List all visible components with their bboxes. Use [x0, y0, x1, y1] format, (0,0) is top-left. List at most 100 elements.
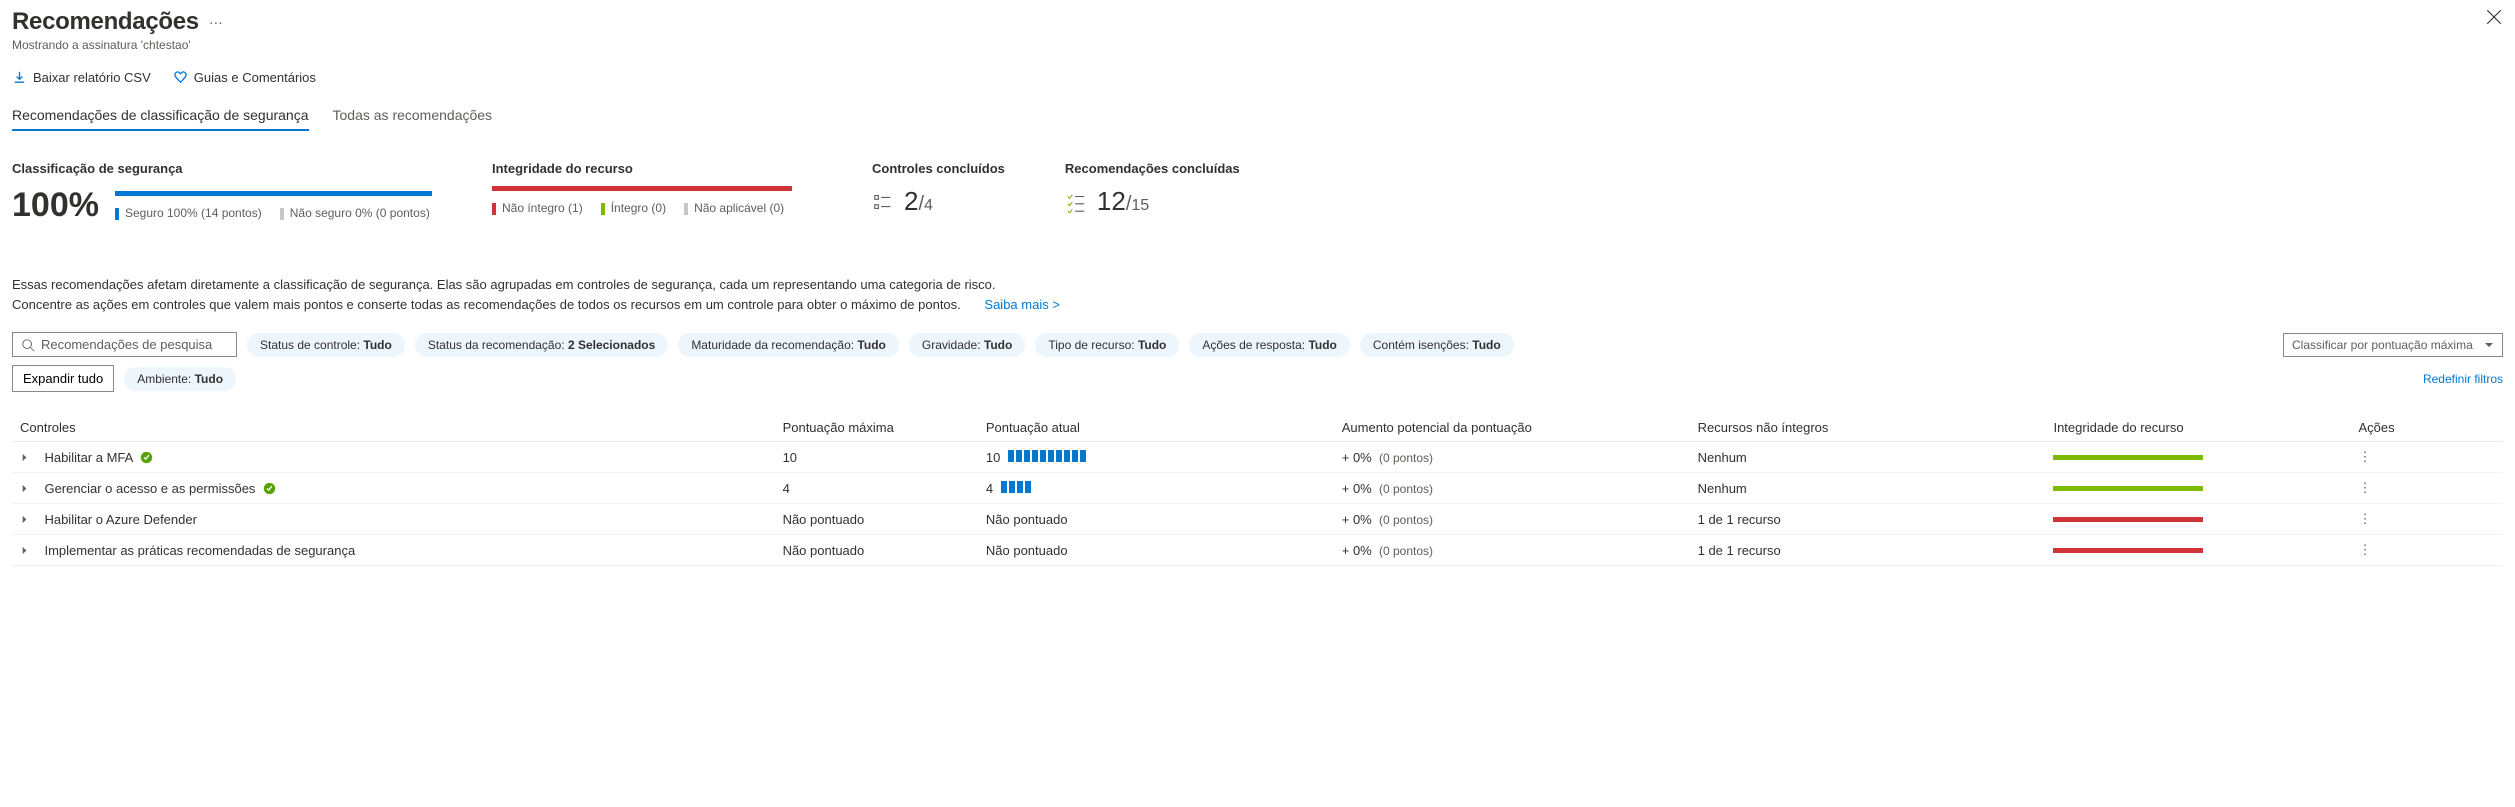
filter-pill-environment[interactable]: Ambiente: Tudo — [124, 367, 236, 391]
table-row[interactable]: Gerenciar o acesso e as permissões 44+ 0… — [12, 473, 2503, 504]
col-unhealthy-resources[interactable]: Recursos não íntegros — [1690, 414, 2046, 442]
filter-pill-4[interactable]: Tipo de recurso: Tudo — [1035, 333, 1179, 357]
unhealthy-cell: 1 de 1 recurso — [1690, 535, 2046, 566]
download-csv-label: Baixar relatório CSV — [33, 70, 151, 85]
guides-feedback-button[interactable]: Guias e Comentários — [173, 70, 316, 85]
potential-increase-cell: + 0% (0 pontos) — [1334, 473, 1690, 504]
health-bar-cell — [2053, 455, 2203, 460]
legend-na: Não aplicável (0) — [684, 201, 784, 215]
expand-row-icon[interactable] — [20, 450, 30, 465]
max-score-cell: 10 — [775, 442, 978, 473]
max-score-cell: Não pontuado — [775, 535, 978, 566]
sort-placeholder: Classificar por pontuação máxima — [2292, 338, 2473, 352]
row-actions-menu[interactable]: ⋮ — [2350, 535, 2503, 566]
current-score-cell: 4 — [978, 473, 1334, 504]
row-actions-menu[interactable]: ⋮ — [2350, 504, 2503, 535]
heart-icon — [173, 70, 188, 85]
filter-pill-3[interactable]: Gravidade: Tudo — [909, 333, 1025, 357]
download-icon — [12, 70, 27, 85]
search-placeholder: Recomendações de pesquisa — [41, 337, 212, 352]
col-controls[interactable]: Controles — [12, 414, 775, 442]
filter-pill-2[interactable]: Maturidade da recomendação: Tudo — [678, 333, 899, 357]
env-pill-value: Tudo — [195, 372, 223, 386]
check-badge-icon — [259, 481, 276, 496]
col-resource-health[interactable]: Integridade do recurso — [2045, 414, 2350, 442]
pill-label: Maturidade da recomendação: — [691, 338, 857, 352]
close-icon[interactable] — [2485, 8, 2503, 26]
pill-value: Tudo — [984, 338, 1012, 352]
current-score-cell: Não pontuado — [978, 535, 1334, 566]
checklist-done-icon — [1065, 191, 1087, 213]
filter-pill-6[interactable]: Contém isenções: Tudo — [1360, 333, 1514, 357]
current-score-cell: Não pontuado — [978, 504, 1334, 535]
description-line2: Concentre as ações em controles que vale… — [12, 297, 961, 312]
unhealthy-cell: Nenhum — [1690, 442, 2046, 473]
learn-more-link[interactable]: Saiba mais > — [984, 297, 1060, 312]
col-current-score[interactable]: Pontuação atual — [978, 414, 1334, 442]
table-row[interactable]: Habilitar o Azure Defender Não pontuadoN… — [12, 504, 2503, 535]
control-name: Implementar as práticas recomendadas de … — [44, 543, 355, 558]
control-name: Habilitar o Azure Defender — [44, 512, 196, 527]
search-input[interactable]: Recomendações de pesquisa — [12, 332, 237, 357]
download-csv-button[interactable]: Baixar relatório CSV — [12, 70, 151, 85]
pill-label: Ações de resposta: — [1202, 338, 1308, 352]
expand-row-icon[interactable] — [20, 481, 30, 496]
tab-security-score-recs[interactable]: Recomendações de classificação de segura… — [12, 107, 309, 131]
filter-pill-1[interactable]: Status da recomendação: 2 Selecionados — [415, 333, 668, 357]
filter-pill-5[interactable]: Ações de resposta: Tudo — [1189, 333, 1350, 357]
potential-increase-cell: + 0% (0 pontos) — [1334, 442, 1690, 473]
tab-all-recs[interactable]: Todas as recomendações — [333, 107, 493, 131]
col-actions[interactable]: Ações — [2350, 414, 2503, 442]
legend-healthy: Íntegro (0) — [601, 201, 666, 215]
recs-total-count: 15 — [1131, 197, 1149, 214]
legend-secure: Seguro 100% (14 pontos) — [115, 206, 262, 220]
table-row[interactable]: Habilitar a MFA 1010+ 0% (0 pontos)Nenhu… — [12, 442, 2503, 473]
pill-value: Tudo — [363, 338, 391, 352]
legend-unhealthy: Não íntegro (1) — [492, 201, 583, 215]
current-score-cell: 10 — [978, 442, 1334, 473]
col-max-score[interactable]: Pontuação máxima — [775, 414, 978, 442]
search-icon — [21, 338, 35, 352]
check-badge-icon — [136, 450, 153, 465]
controls-completed-label: Controles concluídos — [872, 161, 1005, 176]
potential-increase-cell: + 0% (0 pontos) — [1334, 535, 1690, 566]
health-bar-cell — [2053, 486, 2203, 491]
reset-filters-link[interactable]: Redefinir filtros — [2423, 372, 2503, 386]
row-actions-menu[interactable]: ⋮ — [2350, 442, 2503, 473]
checklist-icon — [872, 191, 894, 213]
pill-label: Contém isenções: — [1373, 338, 1472, 352]
table-row[interactable]: Implementar as práticas recomendadas de … — [12, 535, 2503, 566]
filter-pill-0[interactable]: Status de controle: Tudo — [247, 333, 405, 357]
recs-completed-label: Recomendações concluídas — [1065, 161, 1240, 176]
score-bars-icon — [1001, 481, 1031, 493]
page-title: Recomendações — [12, 8, 199, 36]
max-score-cell: Não pontuado — [775, 504, 978, 535]
score-percent: 100% — [12, 186, 99, 225]
page-subtitle: Mostrando a assinatura 'chtestao' — [12, 38, 223, 52]
controls-total-count: 4 — [924, 197, 933, 214]
expand-row-icon[interactable] — [20, 543, 30, 558]
pill-value: Tudo — [1138, 338, 1166, 352]
more-menu-icon[interactable]: ··· — [209, 14, 223, 30]
recs-completed-count: 12 — [1097, 186, 1126, 216]
control-name: Habilitar a MFA — [44, 450, 132, 465]
col-potential-increase[interactable]: Aumento potencial da pontuação — [1334, 414, 1690, 442]
potential-increase-cell: + 0% (0 pontos) — [1334, 504, 1690, 535]
expand-all-button[interactable]: Expandir tudo — [12, 365, 114, 392]
sort-select[interactable]: Classificar por pontuação máxima — [2283, 333, 2503, 357]
health-bar-cell — [2053, 517, 2203, 522]
unhealthy-cell: 1 de 1 recurso — [1690, 504, 2046, 535]
pill-label: Gravidade: — [922, 338, 984, 352]
pill-value: Tudo — [1308, 338, 1336, 352]
row-actions-menu[interactable]: ⋮ — [2350, 473, 2503, 504]
health-bar-cell — [2053, 548, 2203, 553]
score-bar — [115, 191, 432, 196]
expand-row-icon[interactable] — [20, 512, 30, 527]
pill-value: Tudo — [1472, 338, 1500, 352]
control-name: Gerenciar o acesso e as permissões — [44, 481, 255, 496]
score-bars-icon — [1008, 450, 1086, 462]
pill-label: Status de controle: — [260, 338, 363, 352]
pill-label: Status da recomendação: — [428, 338, 568, 352]
env-pill-label: Ambiente: — [137, 372, 191, 386]
score-label: Classificação de segurança — [12, 161, 432, 176]
